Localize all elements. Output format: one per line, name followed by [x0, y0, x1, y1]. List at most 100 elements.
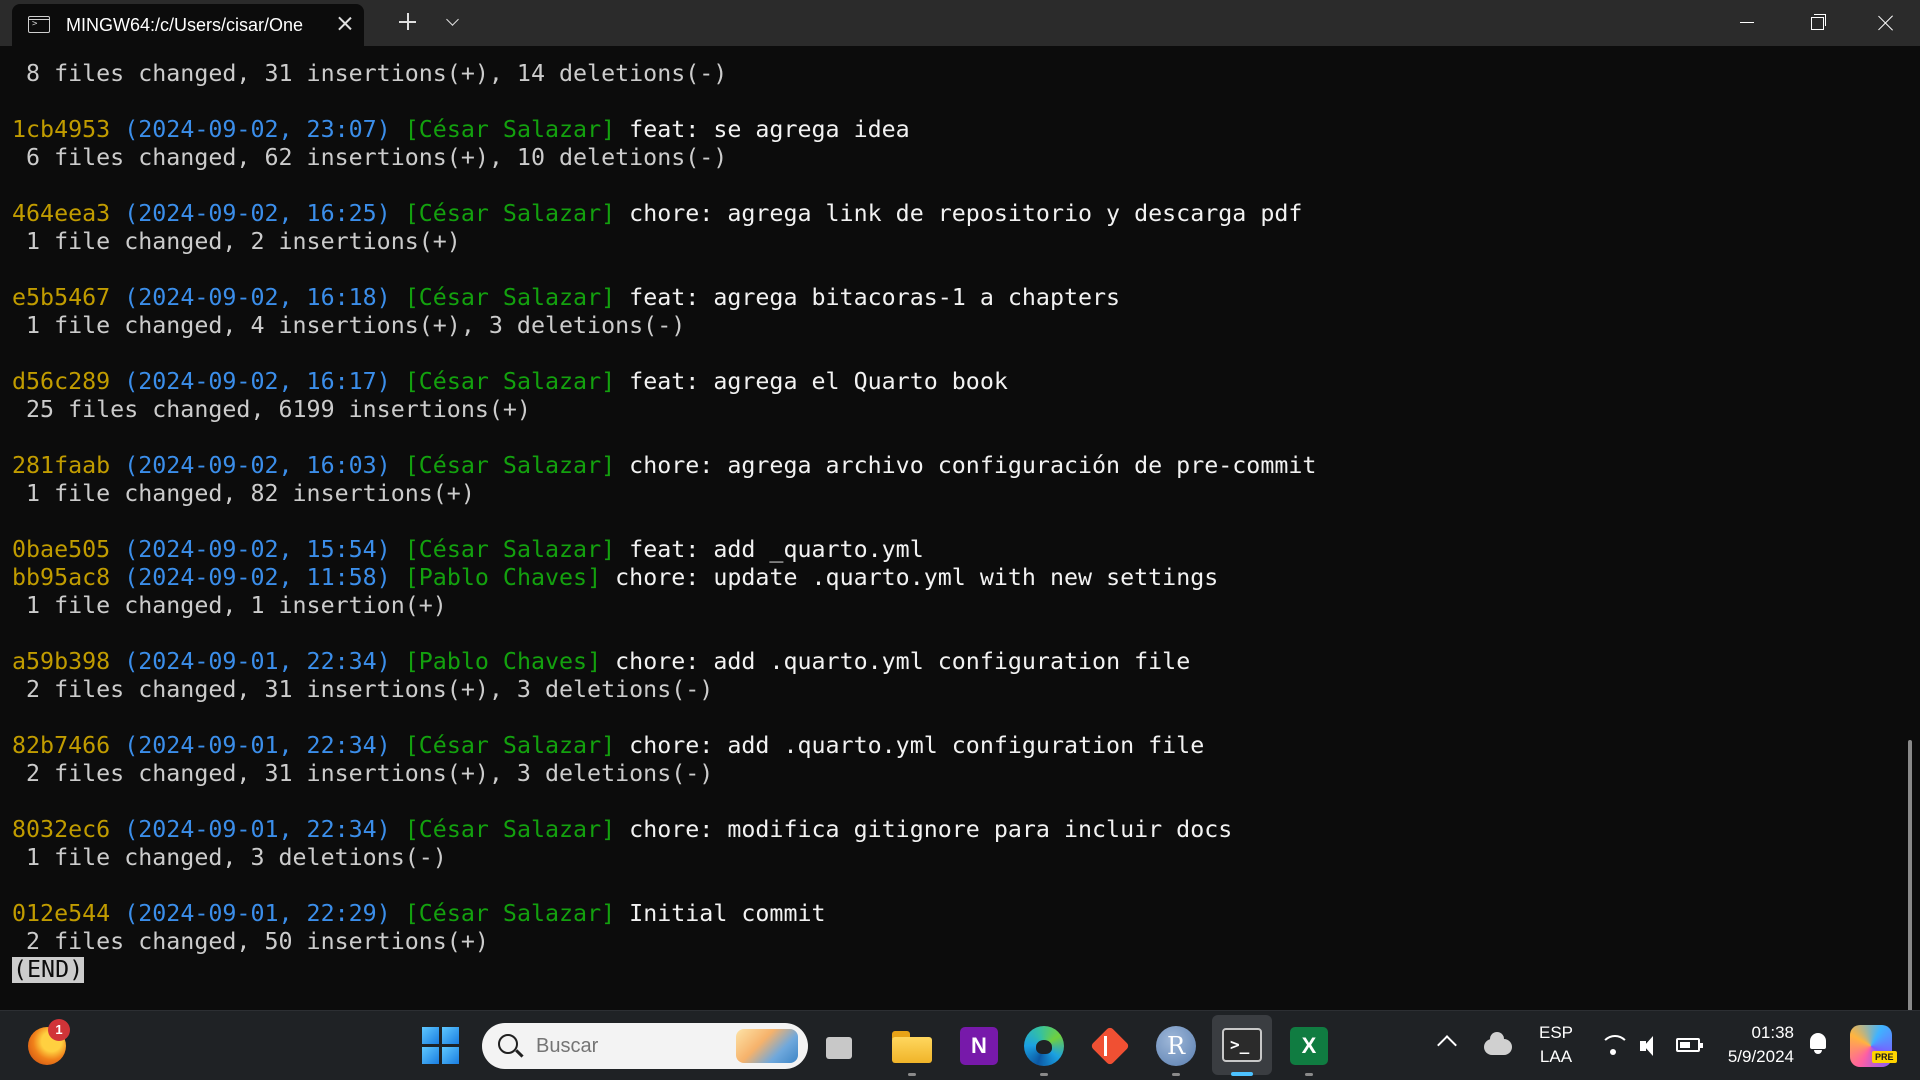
notification-badge: 1 — [48, 1019, 70, 1041]
pager-end-line: (END) — [12, 956, 1900, 984]
stat-line: 25 files changed, 6199 insertions(+) — [12, 396, 531, 423]
commit-author: [César Salazar] — [404, 816, 616, 843]
search-icon — [498, 1034, 518, 1054]
commit-date: (2024-09-02, 16:25) — [124, 200, 391, 227]
onenote-icon[interactable]: N — [960, 1027, 998, 1065]
commit-message: feat: add _quarto.yml — [629, 536, 924, 563]
search-box[interactable] — [482, 1023, 808, 1069]
chevron-up-icon[interactable] — [1437, 1035, 1457, 1055]
commit-author: [César Salazar] — [404, 452, 616, 479]
close-tab-icon[interactable] — [332, 11, 358, 37]
commit-line: 1cb4953 (2024-09-02, 23:07) [César Salaz… — [12, 116, 1900, 144]
commit-author: [Pablo Chaves] — [404, 648, 602, 675]
commit-hash: 464eea3 — [12, 200, 111, 227]
commit-line: 464eea3 (2024-09-02, 16:25) [César Salaz… — [12, 200, 1900, 228]
commit-line: 281faab (2024-09-02, 16:03) [César Salaz… — [12, 452, 1900, 480]
stat-line: 1 file changed, 82 insertions(+) — [12, 480, 475, 507]
stat-line: 1 file changed, 1 insertion(+) — [12, 592, 447, 619]
commit-message: feat: se agrega idea — [629, 116, 910, 143]
commit-date: (2024-09-01, 22:34) — [124, 816, 391, 843]
new-tab-icon[interactable] — [394, 8, 422, 36]
commit-message: chore: add .quarto.yml configuration fil… — [629, 732, 1205, 759]
commit-author: [César Salazar] — [404, 536, 616, 563]
edge-browser-icon[interactable] — [1024, 1026, 1064, 1066]
commit-message: chore: update .quarto.yml with new setti… — [615, 564, 1219, 591]
commit-message: chore: modifica gitignore para incluir d… — [629, 816, 1233, 843]
battery-icon[interactable] — [1676, 1038, 1703, 1052]
commit-author: [César Salazar] — [404, 732, 616, 759]
commit-date: (2024-09-01, 22:29) — [124, 900, 391, 927]
terminal-tab[interactable]: MINGW64:/c/Users/cisar/One — [12, 4, 364, 46]
stat-line: 2 files changed, 50 insertions(+) — [12, 928, 489, 955]
wifi-icon[interactable] — [1600, 1033, 1630, 1059]
chevron-down-icon[interactable] — [440, 9, 466, 35]
commit-author: [César Salazar] — [404, 900, 616, 927]
file-explorer-icon[interactable] — [892, 1027, 932, 1063]
taskbar: 1 N R >_ X ESP LAA 01:38 5/9/2024 PRE — [0, 1010, 1920, 1080]
commit-line: bb95ac8 (2024-09-02, 11:58) [Pablo Chave… — [12, 564, 1900, 592]
commit-date: (2024-09-02, 23:07) — [124, 116, 391, 143]
restore-button[interactable] — [1782, 0, 1852, 46]
commit-hash: 82b7466 — [12, 732, 111, 759]
commit-author: [César Salazar] — [404, 116, 616, 143]
task-view-icon[interactable] — [826, 1029, 866, 1063]
onedrive-icon[interactable] — [1484, 1032, 1512, 1055]
windows-start-icon[interactable] — [422, 1027, 460, 1065]
excel-icon[interactable]: X — [1290, 1027, 1328, 1065]
preview-badge: PRE — [1872, 1051, 1897, 1063]
commit-message: feat: agrega el Quarto book — [629, 368, 1008, 395]
commit-author: [Pablo Chaves] — [404, 564, 602, 591]
commit-hash: 8032ec6 — [12, 816, 111, 843]
volume-icon[interactable] — [1640, 1035, 1668, 1057]
commit-date: (2024-09-02, 11:58) — [124, 564, 391, 591]
terminal-icon — [28, 16, 50, 33]
commit-hash: 1cb4953 — [12, 116, 111, 143]
commit-date: (2024-09-01, 22:34) — [124, 648, 391, 675]
commit-message: chore: agrega archivo configuración de p… — [629, 452, 1317, 479]
terminal-app-icon[interactable]: >_ — [1222, 1028, 1262, 1062]
commit-author: [César Salazar] — [404, 200, 616, 227]
search-input[interactable] — [536, 1035, 716, 1058]
stat-line: 8 files changed, 31 insertions(+), 14 de… — [12, 60, 728, 87]
commit-hash: 0bae505 — [12, 536, 111, 563]
stat-line: 1 file changed, 2 insertions(+) — [12, 228, 461, 255]
commit-message: chore: agrega link de repositorio y desc… — [629, 200, 1303, 227]
commit-line: 0bae505 (2024-09-02, 15:54) [César Salaz… — [12, 536, 1900, 564]
notification-bell-icon[interactable] — [1808, 1033, 1828, 1055]
r-app-icon[interactable]: R — [1156, 1026, 1196, 1066]
terminal-output[interactable]: 8 files changed, 31 insertions(+), 14 de… — [0, 46, 1920, 1026]
pager-end-marker: (END) — [12, 956, 85, 983]
commit-date: (2024-09-01, 22:34) — [124, 732, 391, 759]
running-indicator — [1040, 1073, 1048, 1076]
commit-line: a59b398 (2024-09-01, 22:34) [Pablo Chave… — [12, 648, 1900, 676]
clock[interactable]: 01:38 5/9/2024 — [1714, 1021, 1794, 1069]
commit-hash: bb95ac8 — [12, 564, 111, 591]
commit-date: (2024-09-02, 15:54) — [124, 536, 391, 563]
close-window-button[interactable] — [1852, 0, 1920, 46]
language-indicator[interactable]: ESP LAA — [1536, 1021, 1576, 1069]
commit-date: (2024-09-02, 16:18) — [124, 284, 391, 311]
commit-line: d56c289 (2024-09-02, 16:17) [César Salaz… — [12, 368, 1900, 396]
stat-line: 1 file changed, 4 insertions(+), 3 delet… — [12, 312, 686, 339]
commit-hash: e5b5467 — [12, 284, 111, 311]
language-code: ESP — [1538, 1023, 1574, 1042]
git-gui-icon[interactable] — [1090, 1026, 1130, 1066]
commit-hash: a59b398 — [12, 648, 111, 675]
commit-author: [César Salazar] — [404, 284, 616, 311]
stat-line: 2 files changed, 31 insertions(+), 3 del… — [12, 760, 714, 787]
minimize-button[interactable] — [1712, 0, 1782, 46]
commit-hash: 012e544 — [12, 900, 111, 927]
scrollbar[interactable] — [1908, 740, 1912, 1026]
commit-message: chore: add .quarto.yml configuration fil… — [615, 648, 1191, 675]
stat-line: 6 files changed, 62 insertions(+), 10 de… — [12, 144, 728, 171]
commit-date: (2024-09-02, 16:17) — [124, 368, 391, 395]
clock-time: 01:38 — [1751, 1023, 1794, 1042]
commit-author: [César Salazar] — [404, 368, 616, 395]
